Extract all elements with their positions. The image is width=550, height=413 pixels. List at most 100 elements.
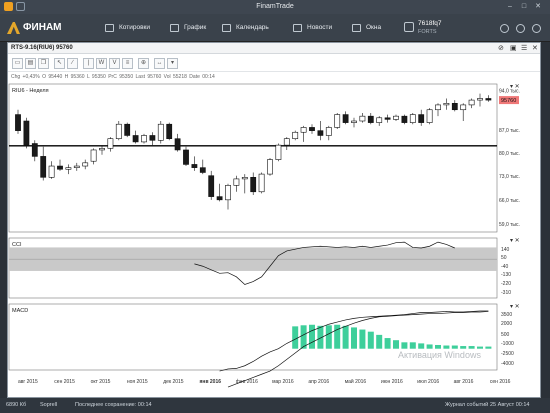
candle [292,131,299,139]
x-axis-tick: янв 2016 [200,379,222,385]
candle [40,156,47,178]
candle [309,127,315,131]
candle [317,130,324,136]
price-y-tick: 66,0 тыс. [499,198,520,204]
macd-pane-controls-icon[interactable]: ▾ ✕ [510,304,520,310]
candle [468,99,475,106]
candle [199,167,206,173]
status-date: 25 Август 00:14 [490,402,530,408]
candle [225,185,231,201]
macd-histogram-bar [359,329,366,349]
x-axis-tick: июн 2016 [381,379,403,385]
candle [157,123,164,141]
macd-y-tick: 3500 [501,312,512,318]
candle [124,123,131,136]
candle [283,138,290,146]
candle [149,135,156,141]
macd-histogram-bar [401,342,408,349]
price-y-tick: 80,0 тыс. [499,151,520,157]
candle [367,115,374,123]
candle [325,127,332,136]
cci-y-tick: -220 [501,281,511,287]
macd-histogram-bar [418,343,425,349]
macd-histogram-bar [325,325,332,349]
candle [300,127,307,133]
macd-histogram-bar [342,325,349,349]
candle [443,103,450,106]
candle [82,162,89,167]
macd-histogram-bar [384,338,391,349]
candle [409,114,416,123]
candle [334,114,341,128]
candle [258,173,265,193]
pane-expand-icon[interactable]: ▾ ✕ [510,84,520,90]
price-y-tick: 59,0 тыс. [499,222,520,228]
chart-svg[interactable]: 9576094,0 тыс.87,0 тыс.80,0 тыс.73,0 тыс… [0,0,550,413]
macd-histogram-bar [393,340,399,349]
x-axis-tick: ноя 2015 [127,379,148,385]
event-journal-link[interactable]: Журнал событий [445,398,488,413]
candle [485,98,492,101]
x-axis-tick: сен 2015 [54,379,75,385]
macd-histogram-bar [477,346,483,349]
macd-histogram-bar [460,346,467,349]
macd-histogram-bar [292,326,299,349]
price-pane [8,83,498,233]
macd-y-tick: 500 [501,332,510,338]
cci-y-tick: -310 [501,290,511,296]
candle [342,114,349,123]
x-axis-tick: апр 2016 [308,379,329,385]
macd-y-tick: -4000 [501,361,514,367]
candle [216,196,223,201]
cci-y-tick: 50 [501,255,507,261]
price-y-tick: 87,0 тыс. [499,128,520,134]
candle [31,143,38,157]
candle [418,114,425,123]
macd-y-tick: 2000 [501,321,512,327]
candle [250,177,257,193]
candle [132,135,139,143]
candle [174,138,181,151]
x-axis-tick: дек 2015 [163,379,184,385]
candle [384,117,391,120]
cci-y-tick: -40 [501,264,508,270]
x-axis-tick: сен 2016 [490,379,511,385]
candle [57,165,63,170]
candle [435,104,441,111]
macd-histogram-bar [409,342,416,349]
candle [359,115,366,122]
candle [15,114,21,131]
candle [23,120,30,146]
x-axis-tick: авг 2016 [454,379,474,385]
macd-histogram-bar [426,344,433,349]
macd-histogram-bar [485,346,492,349]
macd-histogram-bar [435,344,441,349]
candle [426,109,433,123]
candle [208,175,215,197]
macd-histogram-bar [468,346,475,349]
candle [191,164,198,168]
last-price-badge-text: 95760 [501,98,516,104]
x-axis-tick: май 2016 [345,378,367,385]
price-pane-legend: RIU6 - Неделя [12,88,49,94]
candle [241,177,248,180]
macd-y-tick: -1000 [501,341,514,347]
macd-histogram-bar [351,327,357,349]
cci-pane-controls-icon[interactable]: ▾ ✕ [510,238,520,244]
activation-watermark: Активация Windows [398,350,481,360]
macd-histogram-bar [309,324,315,349]
candle [141,135,147,143]
x-axis-tick: июл 2016 [417,379,439,385]
macd-histogram-bar [451,345,458,349]
price-y-tick: 73,0 тыс. [499,174,520,180]
candle [90,149,97,162]
candle [183,149,189,165]
candle [48,165,55,178]
macd-pane-legend: MACD [12,308,28,314]
candle [393,115,399,120]
candle [65,167,72,170]
candle [351,120,357,123]
x-axis-tick: мар 2016 [272,379,294,385]
candle [166,123,173,139]
macd-histogram-bar [367,331,374,349]
